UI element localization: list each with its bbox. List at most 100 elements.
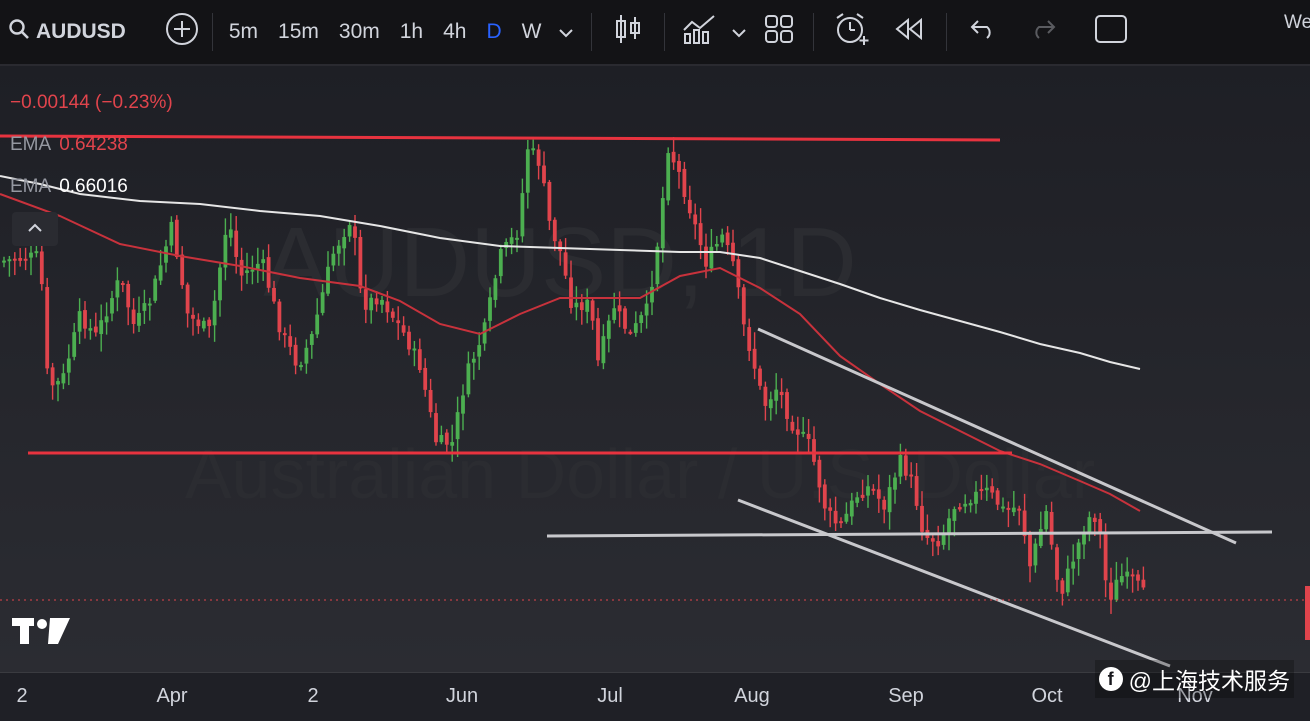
candle-body <box>1011 507 1016 513</box>
candle-body <box>493 278 498 300</box>
tradingview-logo[interactable] <box>12 614 70 655</box>
candle-body <box>120 283 125 286</box>
candle-body <box>331 253 336 266</box>
alert-button[interactable] <box>820 0 884 65</box>
candle-body <box>947 518 951 534</box>
trading-app: AUDUSD 5m 15m 30m 1h 4h D W We AUDUSD, 1… <box>0 0 1310 721</box>
candle-body <box>644 303 649 316</box>
candle-body <box>585 299 590 312</box>
truncated-toolbar-label: We <box>1284 12 1310 33</box>
candle-body <box>1038 529 1043 546</box>
symbol-search-button[interactable]: AUDUSD <box>0 0 134 65</box>
candle-body <box>471 358 476 363</box>
ema-slow-name: EMA <box>10 176 52 197</box>
redo-button[interactable] <box>1013 0 1073 65</box>
candle-body <box>137 312 141 326</box>
x-tick-label: Jul <box>597 685 623 707</box>
fullscreen-button[interactable] <box>1081 0 1141 65</box>
candle-body <box>336 245 341 254</box>
candle-body <box>725 232 730 246</box>
candle-body <box>1098 519 1103 533</box>
compare-add-button[interactable] <box>158 0 206 65</box>
candle-body <box>801 431 806 434</box>
candle-body <box>909 474 914 477</box>
ema-slow-legend[interactable]: EMA 0.66016 <box>10 176 128 198</box>
timeframe-dropdown[interactable] <box>551 0 581 65</box>
candle-body <box>466 363 471 395</box>
candle-body <box>304 347 309 364</box>
watermark-description: Australian Dollar / U.S. Dollar <box>185 435 1095 513</box>
candle-body <box>374 298 379 305</box>
candle-body <box>390 311 395 318</box>
timeframe-4h[interactable]: 4h <box>433 0 476 65</box>
undo-button[interactable] <box>953 0 1013 65</box>
candle-body <box>596 318 600 361</box>
candle-body <box>1049 511 1054 545</box>
candle-body <box>444 432 449 445</box>
candle-body <box>720 234 725 243</box>
x-tick-label: Sep <box>888 685 924 707</box>
timeframe-15m[interactable]: 15m <box>268 0 329 65</box>
candle-body <box>731 242 735 262</box>
candle-body <box>50 367 55 386</box>
timeframe-d[interactable]: D <box>476 0 511 65</box>
resistance-line[interactable] <box>0 134 1001 142</box>
candle-body <box>498 249 503 277</box>
candle-body <box>93 326 98 333</box>
candle-body <box>461 395 465 414</box>
candle-body <box>174 219 179 258</box>
candle-body <box>110 298 114 314</box>
candle-body <box>428 389 433 413</box>
candle-body <box>520 193 525 237</box>
candle-body <box>698 223 703 246</box>
candle-body <box>812 439 816 462</box>
candle-body <box>369 297 374 311</box>
candle-body <box>687 199 692 214</box>
candle-body <box>396 320 401 324</box>
candle-body <box>887 487 892 513</box>
chart-pane[interactable]: AUDUSD, 1D Australian Dollar / U.S. Doll… <box>0 66 1310 672</box>
candle-body <box>180 254 185 286</box>
candle-body <box>579 302 584 311</box>
toolbar-divider <box>946 13 948 51</box>
candle-body <box>1065 568 1070 593</box>
timeframe-30m[interactable]: 30m <box>329 0 390 65</box>
candle-body <box>228 229 233 238</box>
chevron-up-icon <box>27 220 43 238</box>
candle-body <box>1028 534 1032 567</box>
candle-body <box>358 236 363 289</box>
candle-body <box>1103 534 1108 581</box>
candle-body <box>277 301 282 333</box>
candle-body <box>1001 506 1005 509</box>
candle-body <box>18 258 23 261</box>
timeframe-w[interactable]: W <box>512 0 552 65</box>
replay-button[interactable] <box>884 0 934 65</box>
candle-body <box>417 349 422 371</box>
price-chart[interactable]: AUDUSD, 1D Australian Dollar / U.S. Doll… <box>0 66 1310 672</box>
indicators-button[interactable] <box>671 0 727 65</box>
candle-body <box>882 499 887 510</box>
legend-collapse-button[interactable] <box>12 212 58 246</box>
candle-body <box>115 280 120 298</box>
horizontal-level-line[interactable] <box>546 530 1273 538</box>
candle-body <box>752 348 757 369</box>
x-tick-label: 2 <box>16 685 28 707</box>
candle-body <box>353 226 357 238</box>
candle-body <box>633 323 638 333</box>
candle-body <box>201 320 206 329</box>
candle-body <box>785 392 789 419</box>
x-tick-label: Aug <box>734 685 770 707</box>
candle-body <box>185 284 190 314</box>
candle-body <box>423 367 428 390</box>
candle-body <box>893 477 897 490</box>
timeframe-1h[interactable]: 1h <box>390 0 433 65</box>
ema-fast-legend[interactable]: EMA 0.64238 <box>10 134 128 156</box>
candle-body <box>822 484 827 509</box>
chart-type-button[interactable] <box>598 0 658 65</box>
candle-body <box>741 287 746 325</box>
timeframe-5m[interactable]: 5m <box>219 0 268 65</box>
indicators-dropdown[interactable] <box>727 0 751 65</box>
candle-body <box>1071 561 1076 569</box>
layout-button[interactable] <box>751 0 807 65</box>
ema-fast-value: 0.64238 <box>59 134 128 155</box>
